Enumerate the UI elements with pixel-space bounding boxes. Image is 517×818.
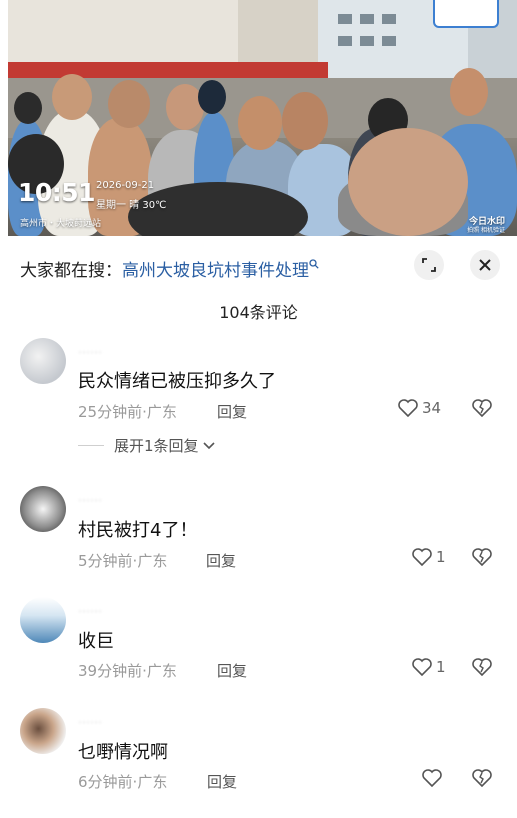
comment-region: 广东 — [146, 662, 177, 680]
comment-item: …… 民众情绪已被压抑多久了 25分钟前·广东 回复 34 展开1条回复 — [0, 336, 517, 455]
comment-meta: 25分钟前·广东 — [78, 403, 177, 421]
expand-replies-label: 展开1条回复 — [114, 437, 199, 455]
comment-time: 6分钟前 — [78, 773, 133, 791]
comment-text: 民众情绪已被压抑多久了 — [78, 371, 276, 392]
watermark-location: 高州市・大坡莳远站 — [20, 219, 102, 229]
sign-board — [433, 0, 499, 28]
like-button[interactable] — [422, 769, 446, 787]
dislike-button[interactable] — [472, 769, 492, 791]
heart-icon — [422, 769, 442, 787]
close-button[interactable] — [470, 250, 500, 280]
expand-replies[interactable]: 展开1条回复 — [78, 435, 215, 456]
window — [338, 14, 352, 24]
trending-search[interactable]: 大家都在搜：高州大坡良坑村事件处理 — [20, 256, 319, 281]
avatar[interactable] — [20, 486, 66, 532]
close-icon — [479, 259, 491, 271]
broken-heart-icon — [472, 658, 492, 677]
comment-text: 收巨 — [78, 631, 114, 652]
divider — [78, 445, 104, 446]
expand-icon — [422, 258, 436, 272]
comment-item: …… 乜嘢情况啊 6分钟前·广东 回复 — [0, 708, 517, 818]
window — [360, 14, 374, 24]
watermark-app-sub: 拍照 相机验证 — [467, 227, 505, 234]
comment-meta: 39分钟前·广东 — [78, 662, 177, 680]
crowd — [8, 68, 517, 236]
watermark-time: 10:51 — [18, 178, 96, 207]
comment-item: …… 收巨 39分钟前·广东 回复 1 — [0, 597, 517, 707]
comment-item: …… 村民被打4了！ 5分钟前·广东 回复 1 — [0, 486, 517, 596]
comment-username[interactable]: …… — [78, 712, 102, 726]
like-button[interactable]: 34 — [398, 399, 441, 417]
window — [360, 36, 374, 46]
window — [338, 36, 352, 46]
like-button[interactable]: 1 — [412, 658, 446, 676]
comment-count: 104条评论 — [219, 303, 298, 322]
heart-icon — [412, 658, 432, 676]
reply-button[interactable]: 回复 — [217, 660, 247, 681]
red-banner — [8, 62, 328, 78]
expand-button[interactable] — [414, 250, 444, 280]
like-count: 34 — [422, 399, 442, 417]
avatar[interactable] — [20, 597, 66, 643]
reply-button[interactable]: 回复 — [207, 771, 237, 792]
trending-search-prefix: 大家都在搜： — [20, 261, 122, 281]
search-icon — [309, 259, 319, 270]
comment-region: 广东 — [137, 773, 168, 791]
building — [238, 0, 318, 70]
like-count: 1 — [436, 658, 446, 676]
building — [8, 0, 238, 70]
trending-search-query[interactable]: 高州大坡良坑村事件处理 — [122, 261, 309, 281]
broken-heart-icon — [472, 548, 492, 567]
window — [382, 14, 396, 24]
reply-button[interactable]: 回复 — [206, 550, 236, 571]
avatar[interactable] — [20, 338, 66, 384]
watermark-weather: 星期一 晴 30℃ — [96, 200, 167, 211]
comment-text: 村民被打4了！ — [78, 520, 198, 541]
dislike-button[interactable] — [472, 548, 492, 570]
like-count: 1 — [436, 548, 446, 566]
comment-username[interactable]: …… — [78, 342, 102, 356]
comment-time: 25分钟前 — [78, 403, 143, 421]
broken-heart-icon — [472, 399, 492, 418]
chevron-down-icon — [202, 441, 215, 449]
comment-region: 广东 — [137, 552, 168, 570]
watermark-date: 2026-09-21 — [96, 180, 155, 191]
broken-heart-icon — [472, 769, 492, 788]
comment-sheet: 大家都在搜：高州大坡良坑村事件处理 104条评论 …… 民众情绪已被压抑多久了 … — [0, 236, 517, 800]
reply-button[interactable]: 回复 — [217, 401, 247, 422]
comment-text: 乜嘢情况啊 — [78, 742, 168, 763]
comment-region: 广东 — [146, 403, 177, 421]
comment-time: 5分钟前 — [78, 552, 133, 570]
comment-meta: 6分钟前·广东 — [78, 773, 168, 791]
comment-time: 39分钟前 — [78, 662, 143, 680]
avatar[interactable] — [20, 708, 66, 754]
comment-username[interactable]: …… — [78, 490, 102, 504]
comment-meta: 5分钟前·广东 — [78, 552, 168, 570]
like-button[interactable]: 1 — [412, 548, 446, 566]
heart-icon — [398, 399, 418, 417]
heart-icon — [412, 548, 432, 566]
dislike-button[interactable] — [472, 399, 492, 421]
dislike-button[interactable] — [472, 658, 492, 680]
window — [382, 36, 396, 46]
video-player[interactable]: 10:51 2026-09-21 星期一 晴 30℃ 高州市・大坡莳远站 今日水… — [8, 0, 517, 236]
comment-username[interactable]: …… — [78, 601, 102, 615]
